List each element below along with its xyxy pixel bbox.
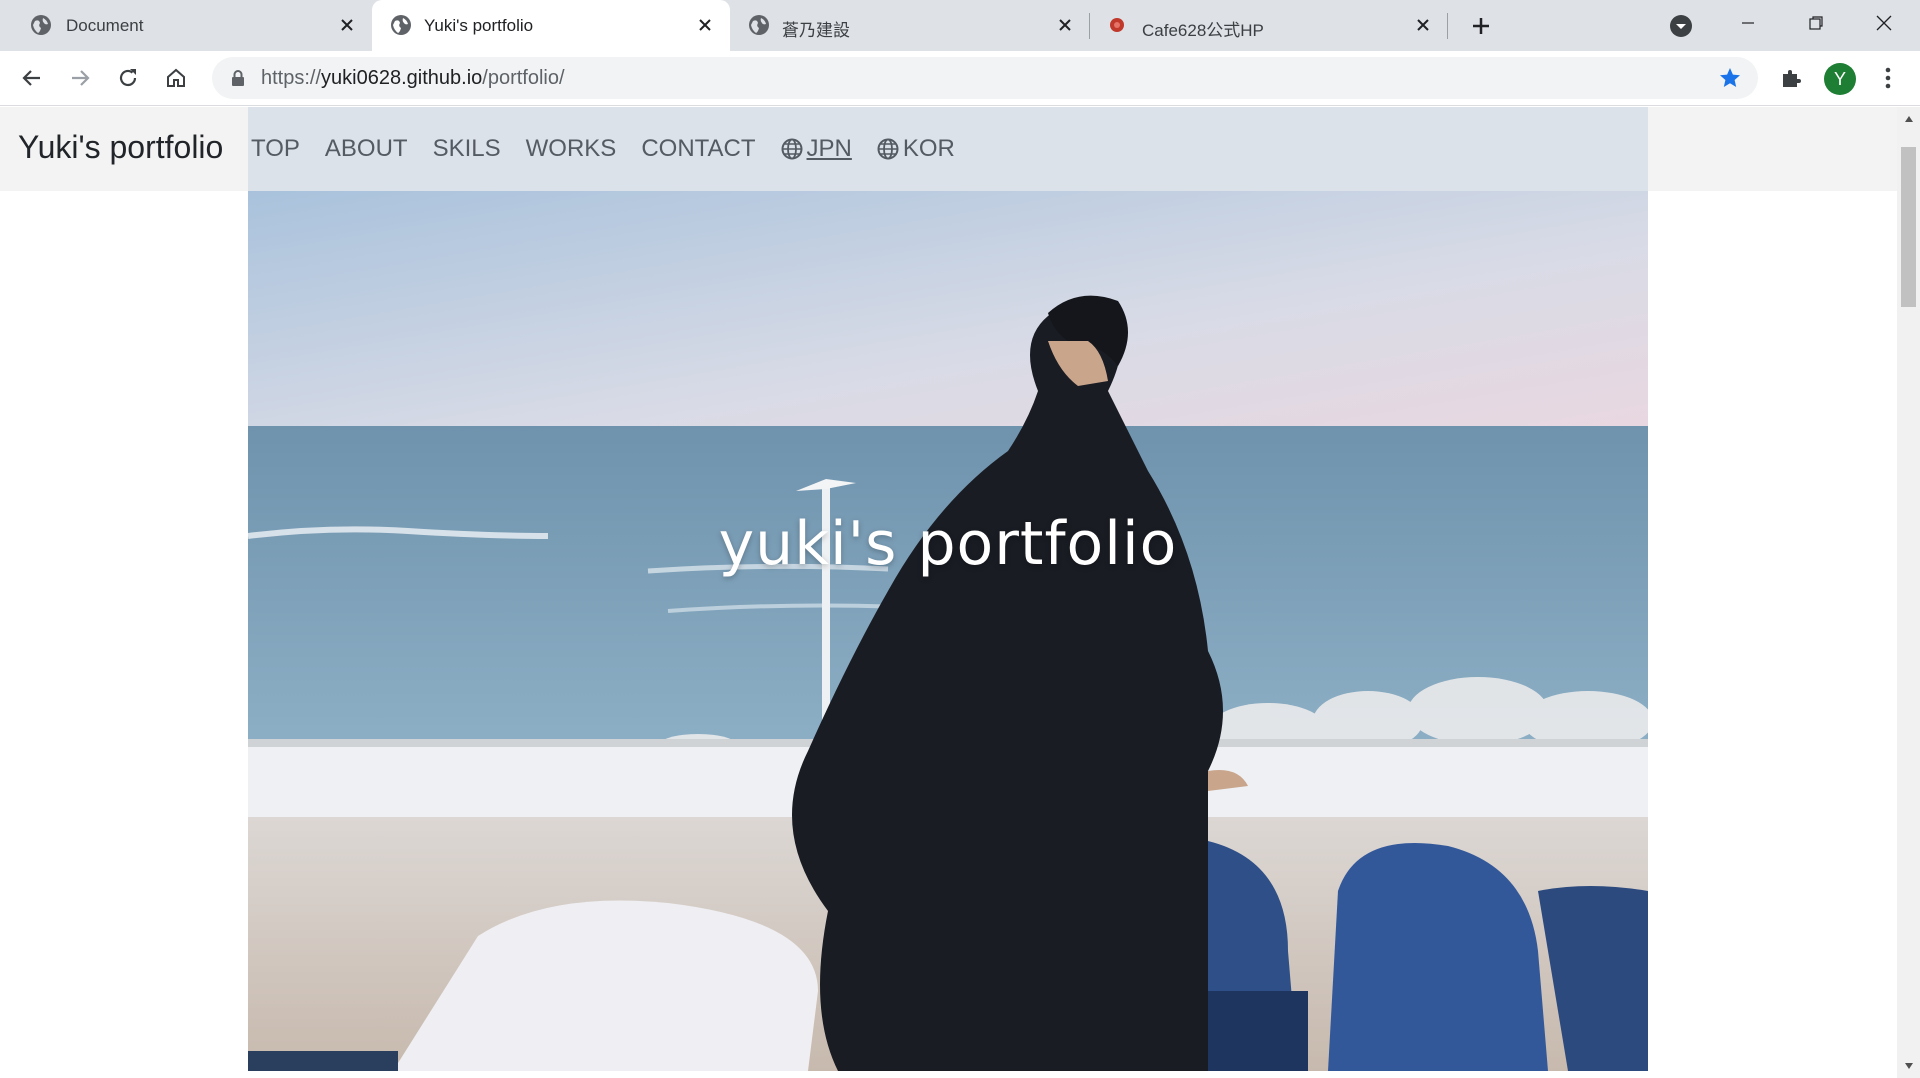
globe-icon [31,15,51,35]
restore-button[interactable] [1796,8,1836,38]
browser-toolbar: https://yuki0628.github.io/portfolio/ Y [0,51,1920,106]
forward-button[interactable] [65,63,95,93]
minimize-icon [1742,22,1754,24]
arrow-right-icon [72,70,90,86]
nav-top[interactable]: TOP [251,135,300,163]
nav-skils[interactable]: SKILS [433,135,501,163]
close-icon[interactable] [1410,12,1436,38]
extensions-button[interactable] [1776,63,1806,93]
home-icon [167,68,185,87]
nav-about[interactable]: ABOUT [325,135,408,163]
nav-lang-kor[interactable]: KOR [877,135,955,163]
triangle-up-icon [1904,116,1913,122]
address-bar[interactable]: https://yuki0628.github.io/portfolio/ [212,57,1758,99]
reload-button[interactable] [113,63,143,93]
page-viewport: Yuki's portfolio TOP ABOUT SKILS WORKS C… [0,107,1897,1078]
more-vert-icon [1885,67,1891,89]
nav-lang-kor-label: KOR [902,135,955,162]
scroll-thumb[interactable] [1901,147,1916,307]
url-path: /portfolio/ [482,67,565,89]
url-text[interactable]: https://yuki0628.github.io/portfolio/ [261,67,565,90]
hero-title: yuki's portfolio [718,509,1178,579]
close-icon[interactable] [1052,12,1078,38]
nav-contact[interactable]: CONTACT [641,135,755,163]
menu-button[interactable] [1873,63,1903,93]
page-scrollbar[interactable] [1897,107,1920,1078]
home-button[interactable] [161,63,191,93]
back-button[interactable] [17,63,47,93]
url-scheme: https:// [261,67,322,89]
puzzle-icon [1783,70,1801,87]
tab-title: Yuki's portfolio [424,16,534,35]
profile-avatar[interactable]: Y [1824,63,1856,95]
hero-section: yuki's portfolio [248,191,1648,1071]
hero-photo [248,191,1648,1071]
tab-cafe628[interactable]: Cafe628公式HP [1090,0,1448,51]
tab-separator [1447,13,1448,39]
minimize-button[interactable] [1728,8,1768,38]
tab-title: Document [66,16,144,35]
main-nav: TOP ABOUT SKILS WORKS CONTACT JPN KOR [248,107,1648,191]
site-header: Yuki's portfolio TOP ABOUT SKILS WORKS C… [0,107,1897,191]
tab-aono-kensetsu[interactable]: 蒼乃建設 [730,0,1088,51]
close-icon [1876,15,1892,31]
close-window-button[interactable] [1864,8,1904,38]
scroll-down-button[interactable] [1897,1056,1920,1076]
nav-lang-jpn[interactable]: JPN [781,135,852,163]
restore-icon [1809,16,1823,30]
tab-search-icon[interactable] [1668,13,1694,39]
globe-icon [391,15,411,35]
triangle-down-icon [1904,1063,1913,1069]
scroll-up-button[interactable] [1897,109,1920,129]
lock-icon[interactable] [230,69,246,87]
url-host: yuki0628.github.io [321,67,483,89]
tab-title: Cafe628公式HP [1142,21,1264,40]
cafe-logo-icon [1110,18,1124,32]
bookmark-star-icon[interactable] [1718,66,1742,90]
close-icon[interactable] [692,12,718,38]
globe-icon [781,138,803,160]
site-brand[interactable]: Yuki's portfolio [18,129,223,166]
globe-icon [749,15,769,35]
globe-icon [877,138,899,160]
reload-icon [119,69,137,87]
arrow-left-icon [22,70,40,86]
plus-icon [1473,18,1489,34]
new-tab-button[interactable] [1466,11,1496,41]
nav-lang-jpn-label: JPN [806,135,852,162]
tab-document[interactable]: Document [0,0,370,51]
tab-strip: Document Yuki's portfolio 蒼乃建設 Cafe628公式 [0,0,1920,51]
tab-yukis-portfolio[interactable]: Yuki's portfolio [372,0,730,51]
tab-title: 蒼乃建設 [782,21,850,40]
nav-works[interactable]: WORKS [526,135,617,163]
close-icon[interactable] [334,12,360,38]
